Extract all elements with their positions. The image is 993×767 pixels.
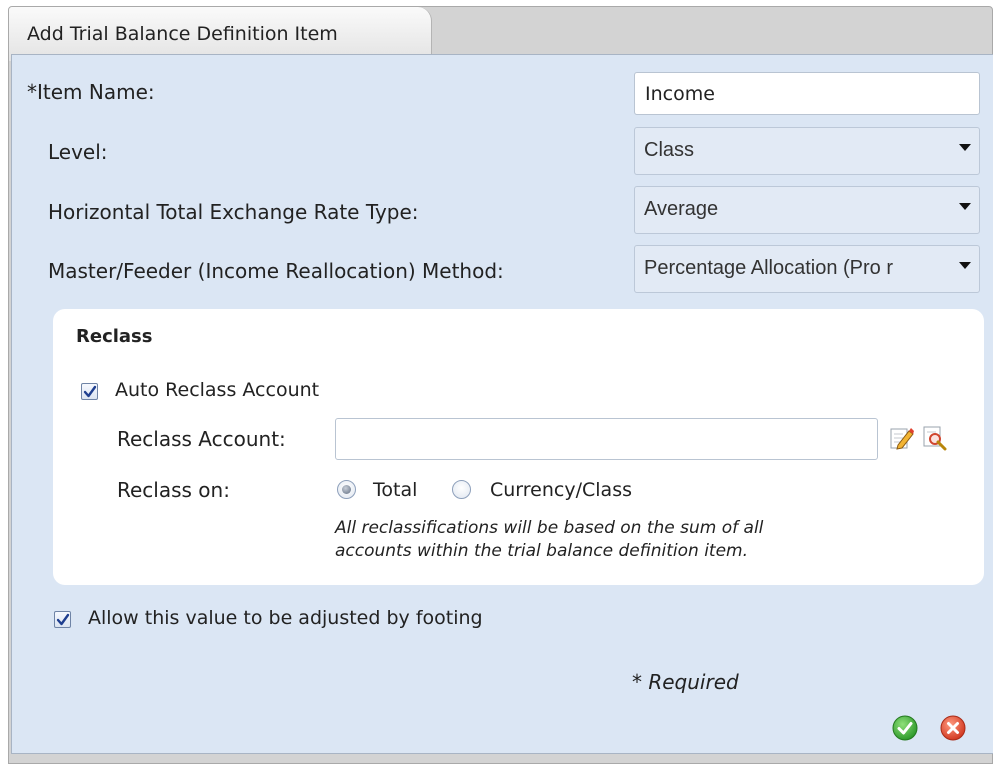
method-select-value: Percentage Allocation (Pro r <box>644 257 894 279</box>
item-name-label: *Item Name: <box>27 80 155 104</box>
reclass-currency-class-label: Currency/Class <box>490 479 632 501</box>
exchange-rate-select[interactable]: Average <box>634 186 980 234</box>
auto-reclass-checkbox[interactable] <box>81 383 98 400</box>
checkmark-icon <box>56 613 70 626</box>
exchange-rate-label: Horizontal Total Exchange Rate Type: <box>48 200 419 224</box>
method-label: Master/Feeder (Income Reallocation) Meth… <box>48 259 504 283</box>
cancel-x-icon <box>940 715 966 741</box>
exchange-rate-select-value: Average <box>644 198 719 220</box>
reclass-note-line1: All reclassifications will be based on t… <box>335 518 764 538</box>
reclass-account-input[interactable] <box>335 418 878 460</box>
footing-label: Allow this value to be adjusted by footi… <box>88 607 483 629</box>
reclass-account-label: Reclass Account: <box>117 427 286 451</box>
ok-check-icon <box>892 715 918 741</box>
chevron-down-icon <box>959 203 971 210</box>
reclass-total-radio[interactable] <box>337 480 356 499</box>
auto-reclass-label: Auto Reclass Account <box>115 379 320 401</box>
reclass-total-label: Total <box>373 479 418 501</box>
chevron-down-icon <box>959 144 971 151</box>
reclass-panel: Reclass Auto Reclass Account Reclass Acc… <box>53 309 984 585</box>
lookup-search-icon[interactable] <box>923 425 947 451</box>
chevron-down-icon <box>959 262 971 269</box>
level-label: Level: <box>48 140 108 164</box>
required-note: * Required <box>632 670 739 694</box>
level-select-value: Class <box>644 139 695 161</box>
reclass-on-label: Reclass on: <box>117 478 230 502</box>
level-select[interactable]: Class <box>634 127 980 175</box>
checkmark-icon <box>83 385 97 398</box>
dialog-body: *Item Name: Level: Class Horizontal Tota… <box>11 54 993 754</box>
item-name-input[interactable] <box>634 72 980 115</box>
reclass-currency-class-radio[interactable] <box>452 480 471 499</box>
dialog-title-bar: Add Trial Balance Definition Item <box>9 7 432 61</box>
cancel-button[interactable] <box>940 715 966 741</box>
method-select[interactable]: Percentage Allocation (Pro r <box>634 245 980 293</box>
reclass-heading: Reclass <box>76 326 153 347</box>
footing-checkbox[interactable] <box>54 611 71 628</box>
reclass-note-line2: accounts within the trial balance defini… <box>335 541 749 561</box>
edit-pencil-icon[interactable] <box>890 425 914 451</box>
ok-button[interactable] <box>892 715 918 741</box>
dialog-title: Add Trial Balance Definition Item <box>27 23 338 45</box>
